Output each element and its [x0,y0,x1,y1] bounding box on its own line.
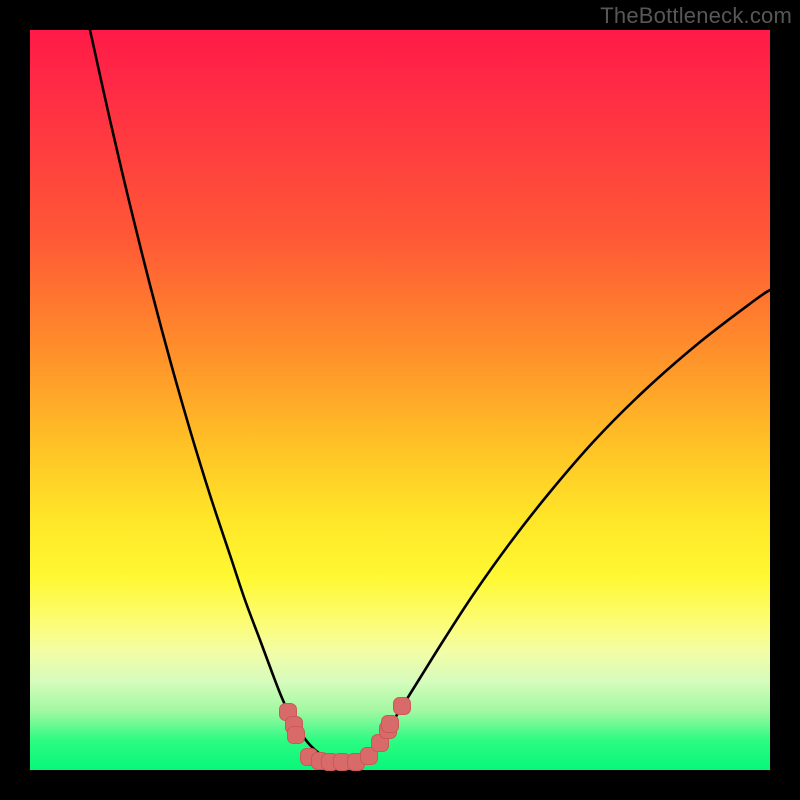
chart-svg [30,30,770,770]
curve-left [90,30,330,760]
curve-right [360,290,770,760]
marker-group [280,698,411,771]
curve-left-path [90,30,330,760]
plot-area [30,30,770,770]
data-marker [394,698,411,715]
watermark-text: TheBottleneck.com [600,3,792,29]
chart-frame: TheBottleneck.com [0,0,800,800]
data-marker [288,727,305,744]
curve-right-path [360,290,770,760]
data-marker [382,716,399,733]
